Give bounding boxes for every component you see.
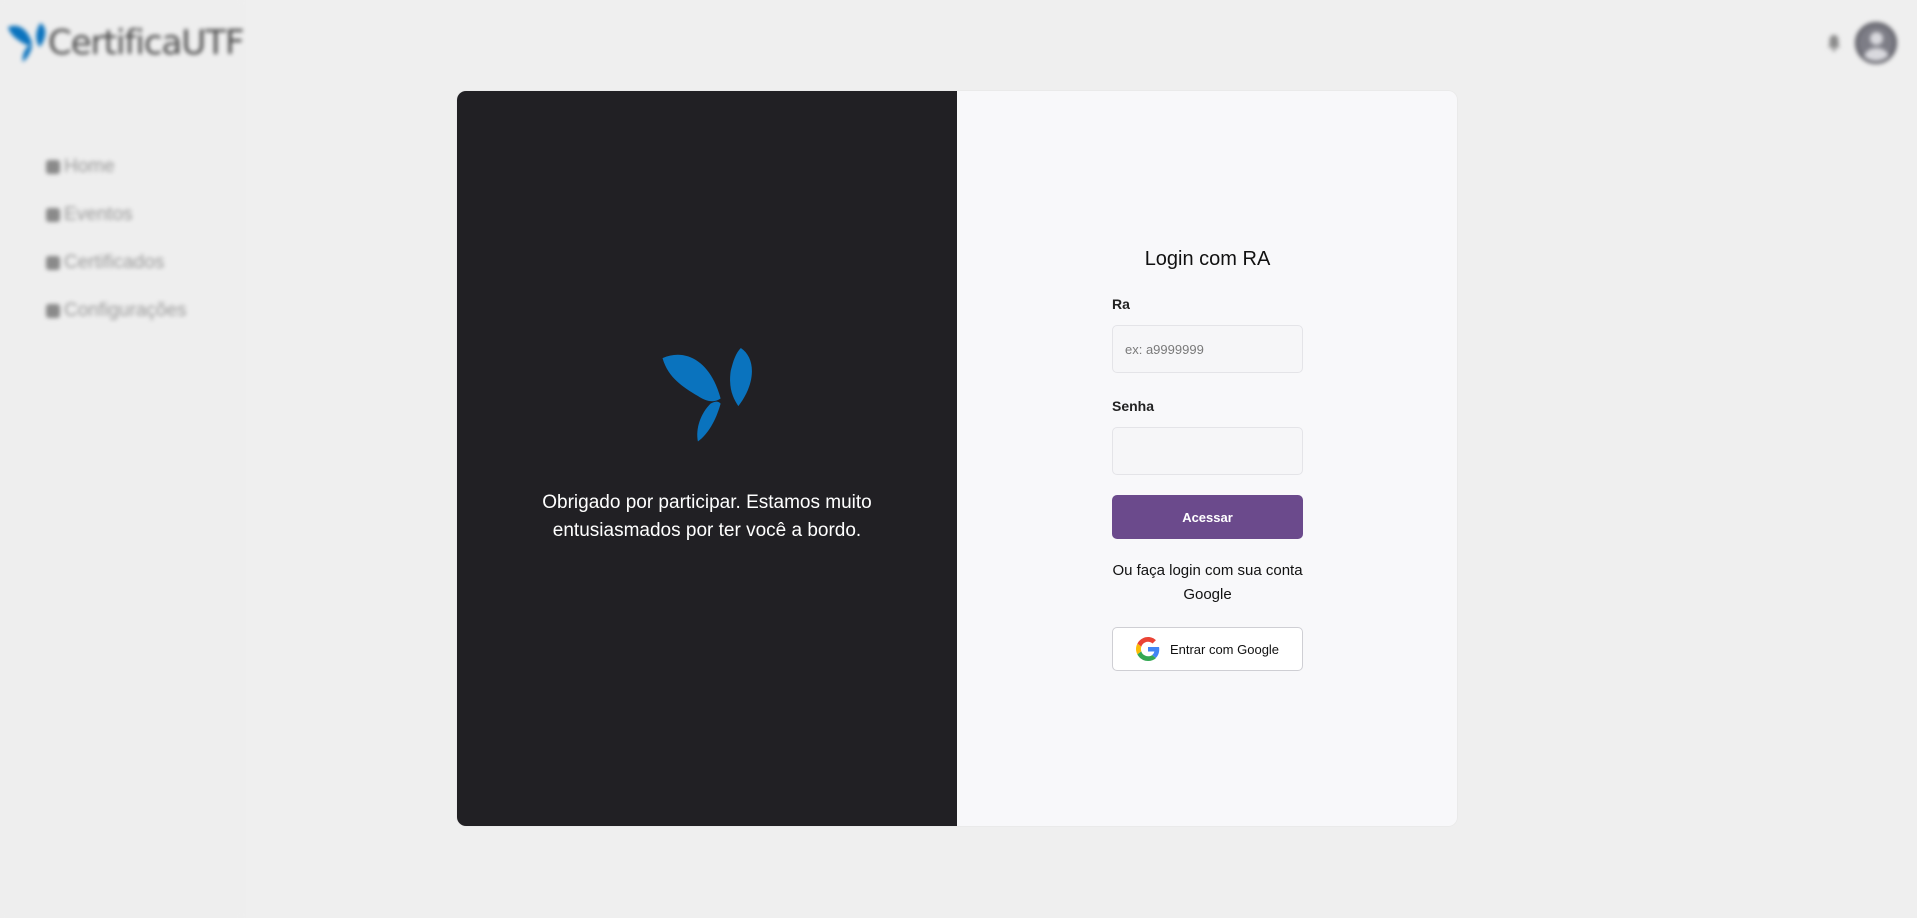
ra-input[interactable] [1112,325,1303,373]
brand-name: CertificaUTF [48,23,245,63]
welcome-panel: Obrigado por participar. Estamos muito e… [457,91,957,826]
welcome-text: Obrigado por participar. Estamos muito e… [542,492,872,541]
sidebar-item-configuracoes[interactable]: Configurações [46,287,187,335]
sidebar-item-label: Home [64,156,115,177]
ra-label: Ra [1112,296,1130,312]
login-form: Login com RA Ra Senha Acessar Ou faça lo… [1112,246,1303,671]
login-panel: Login com RA Ra Senha Acessar Ou faça lo… [957,91,1457,826]
sidebar-item-certificados[interactable]: Certificados [46,239,187,287]
sidebar-item-home[interactable]: Home [46,143,187,191]
brand[interactable]: CertificaUTF [8,20,245,66]
sidebar-item-label: Certificados [64,252,165,273]
sidebar-item-label: Configurações [64,300,187,321]
certificate-icon [46,256,60,270]
alt-login-text: Ou faça login com sua conta Google [1112,562,1303,603]
calendar-icon [46,208,60,222]
butterfly-logo-icon [662,348,754,444]
butterfly-logo-icon [8,20,46,66]
home-icon [46,160,60,174]
sidebar: CertificaUTF Home Eventos Certificados C… [0,0,245,918]
bell-icon[interactable] [1827,34,1841,52]
sidebar-item-eventos[interactable]: Eventos [46,191,187,239]
password-label: Senha [1112,398,1155,414]
submit-button[interactable]: Acessar [1112,495,1303,539]
sidebar-item-label: Eventos [64,204,133,225]
login-title: Login com RA [1144,248,1271,270]
settings-icon [46,304,60,318]
user-avatar-icon[interactable] [1855,22,1897,64]
login-modal: Obrigado por participar. Estamos muito e… [457,91,1457,826]
google-login-button[interactable]: Entrar com Google [1112,627,1303,671]
password-input[interactable] [1112,427,1303,475]
google-icon [1135,637,1160,661]
google-button-label: Entrar com Google [1169,641,1280,657]
topbar-actions [1827,22,1897,64]
sidebar-nav: Home Eventos Certificados Configurações [46,143,187,335]
